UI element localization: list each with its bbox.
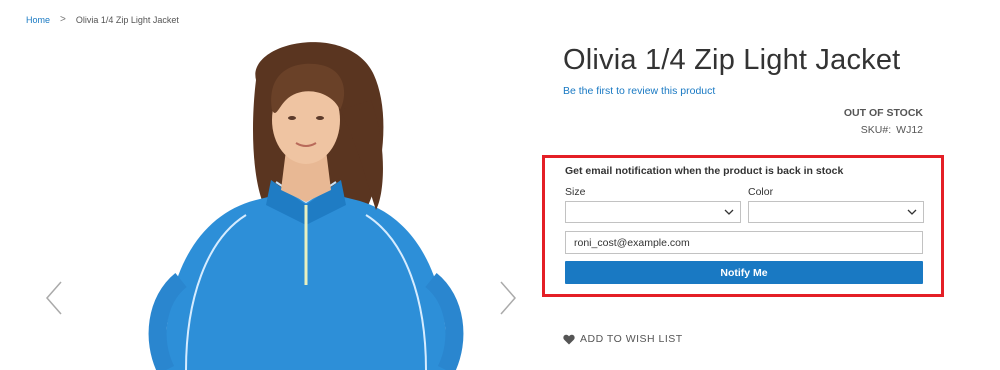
chevron-left-icon: [46, 281, 62, 315]
wishlist-label: ADD TO WISH LIST: [580, 333, 683, 345]
product-title: Olivia 1/4 Zip Light Jacket: [563, 44, 901, 76]
size-label: Size: [565, 186, 586, 198]
product-image[interactable]: [126, 40, 486, 370]
chevron-down-icon: [907, 209, 917, 215]
color-label: Color: [748, 186, 774, 198]
notify-heading: Get email notification when the product …: [565, 165, 844, 177]
breadcrumb-separator: >: [60, 14, 66, 25]
breadcrumb-current: Olivia 1/4 Zip Light Jacket: [75, 14, 179, 25]
sku-label: SKU#:: [860, 124, 892, 136]
product-info: Olivia 1/4 Zip Light Jacket Be the first…: [563, 40, 923, 136]
heart-icon: [563, 334, 575, 344]
sku: SKU#: WJ12: [563, 124, 923, 136]
stock-status: OUT OF STOCK: [843, 107, 923, 119]
product-gallery: [0, 40, 540, 370]
chevron-down-icon: [724, 209, 734, 215]
size-select[interactable]: [565, 201, 741, 223]
chevron-right-icon: [500, 281, 516, 315]
add-to-wishlist-link[interactable]: ADD TO WISH LIST: [563, 333, 683, 345]
gallery-next-button[interactable]: [498, 280, 518, 316]
breadcrumb-home-link[interactable]: Home: [26, 15, 50, 25]
stock-notification-form: Get email notification when the product …: [542, 155, 944, 297]
gallery-prev-button[interactable]: [44, 280, 64, 316]
sku-value: WJ12: [896, 124, 923, 136]
review-link[interactable]: Be the first to review this product: [563, 85, 923, 97]
breadcrumb: Home > Olivia 1/4 Zip Light Jacket: [26, 14, 179, 25]
color-select[interactable]: [748, 201, 924, 223]
notify-me-button[interactable]: Notify Me: [565, 261, 923, 284]
email-field[interactable]: [565, 231, 923, 254]
